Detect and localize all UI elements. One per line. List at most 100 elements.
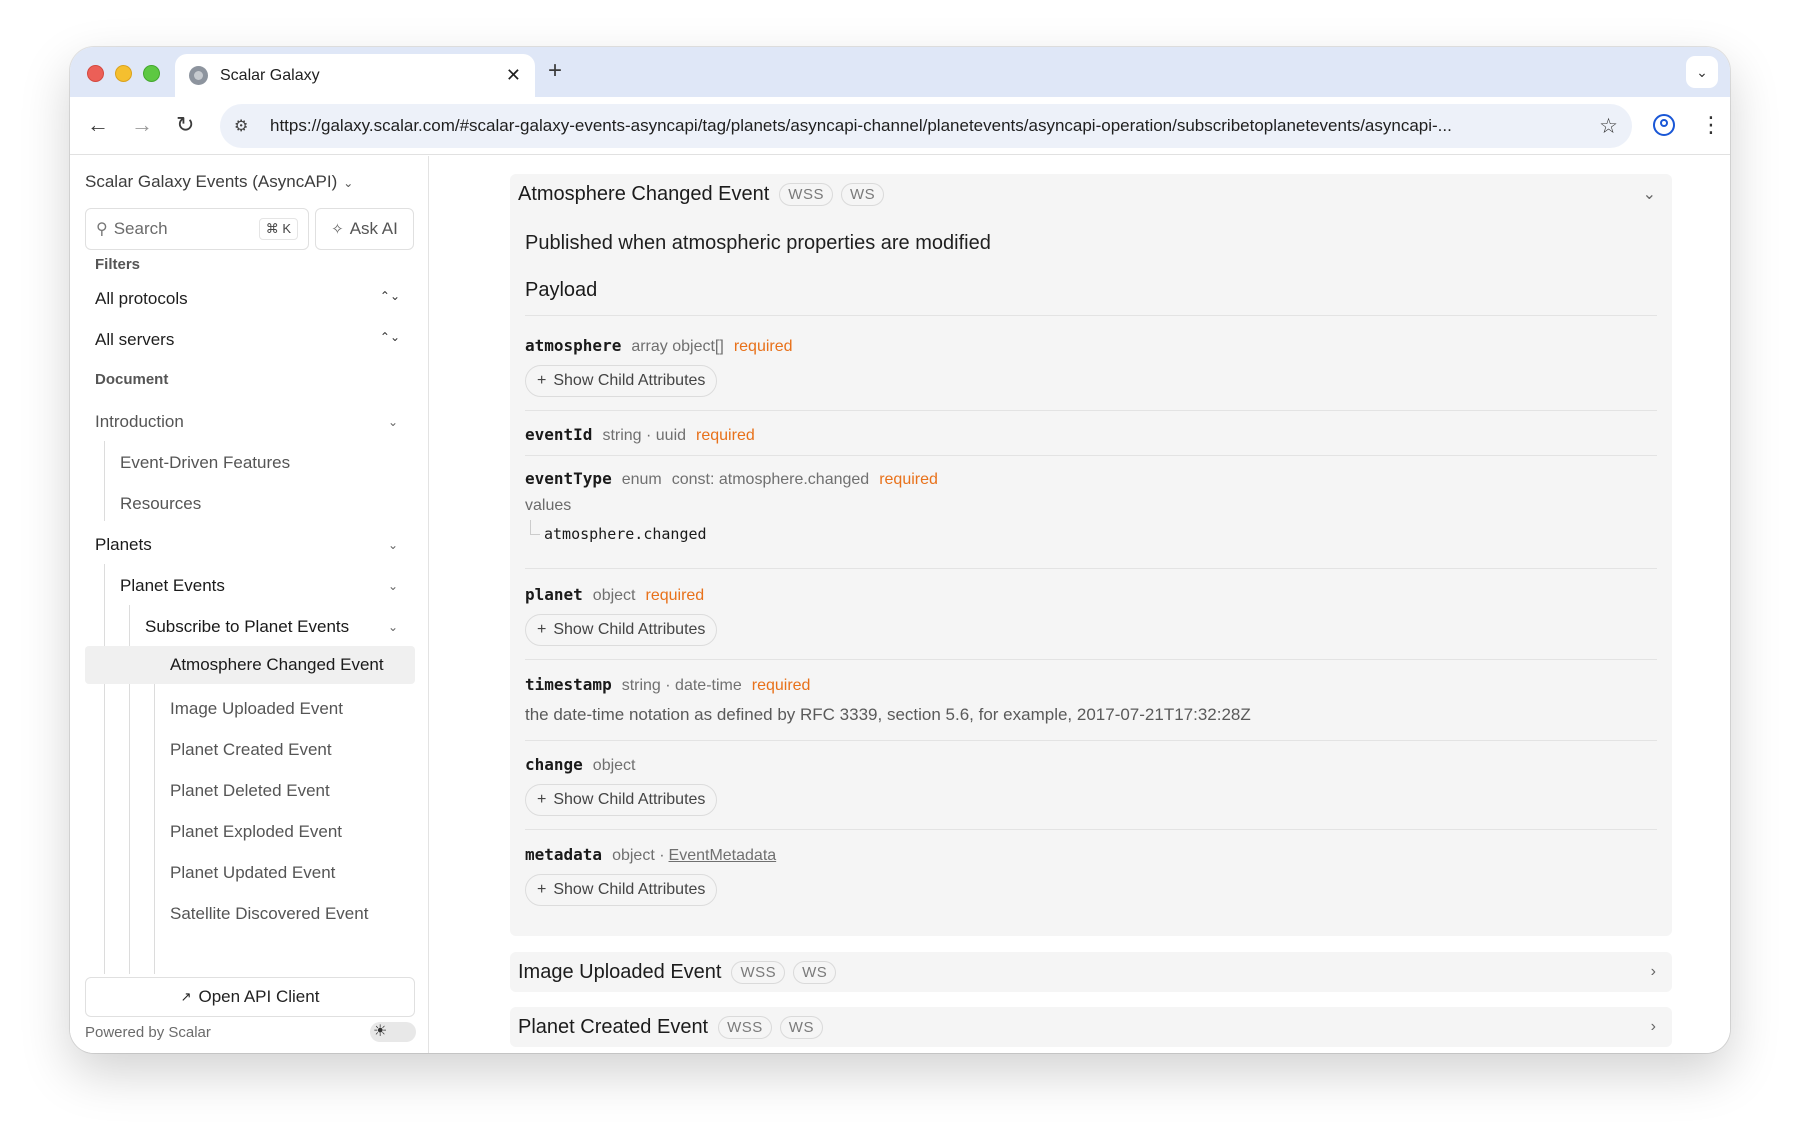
external-arrow-icon: ↗ [180, 989, 192, 1004]
sidebar-item-label: Introduction [95, 412, 184, 431]
chevron-down-icon[interactable]: ⌄ [1643, 184, 1656, 204]
required-badge: required [696, 427, 755, 444]
event-card-planet-created[interactable]: Planet Created Event WSS WS › [510, 1007, 1672, 1047]
plus-icon: + [537, 372, 547, 389]
event-card-header[interactable]: Planet Created Event WSS WS [518, 1007, 831, 1047]
event-card-header[interactable]: Atmosphere Changed Event WSS WS [518, 174, 892, 214]
bookmark-star-icon[interactable]: ☆ [1599, 114, 1618, 139]
schema-ref-link[interactable]: EventMetadata [669, 847, 777, 865]
plus-icon: + [537, 621, 547, 638]
sidebar-item-planet-updated-event[interactable]: Planet Updated Event [170, 863, 335, 883]
sidebar-item-subscribe-planet-events[interactable]: Subscribe to Planet Events ⌄ [145, 617, 400, 637]
profile-icon[interactable] [1653, 114, 1675, 136]
new-tab-button[interactable]: + [548, 57, 562, 85]
property-description: the date-time notation as defined by RFC… [525, 705, 1251, 724]
document-label: Document [95, 371, 169, 388]
main-content: Atmosphere Changed Event WSS WS ⌄ Publis… [430, 156, 1730, 1053]
chevron-right-icon[interactable]: › [1651, 963, 1656, 981]
chevron-down-icon: ⌄ [387, 579, 398, 593]
browser-tab[interactable]: Scalar Galaxy ✕ [175, 54, 535, 97]
search-input[interactable]: ⚲ Search ⌘ K [85, 208, 309, 250]
divider [525, 410, 1657, 411]
property-type: object [592, 757, 636, 774]
show-child-label: Show Child Attributes [553, 621, 706, 638]
powered-by-link[interactable]: Powered by Scalar [85, 1024, 211, 1041]
divider [525, 568, 1657, 569]
sidebar-item-planet-events[interactable]: Planet Events ⌄ [120, 576, 400, 596]
server-filter-select[interactable]: All servers ⌃⌄ [95, 330, 400, 350]
protocol-filter-select[interactable]: All protocols ⌃⌄ [95, 289, 400, 309]
property-type: array object[] [631, 338, 724, 355]
ask-ai-label: Ask AI [349, 219, 398, 238]
show-child-attributes-button[interactable]: + Show Child Attributes [525, 614, 718, 646]
enum-value: atmosphere.changed [544, 525, 707, 543]
sidebar-item-event-driven-features[interactable]: Event-Driven Features [120, 453, 290, 473]
sidebar-item-satellite-discovered-event[interactable]: Satellite Discovered Event [170, 904, 368, 924]
property-eventtype: eventType enum const: atmosphere.changed… [525, 469, 938, 489]
search-shortcut: ⌘ K [258, 218, 298, 240]
sidebar-item-resources[interactable]: Resources [120, 494, 201, 514]
sidebar-item-label: Planet Deleted Event [170, 781, 330, 800]
property-name: planet [525, 585, 583, 604]
sidebar-item-label: Subscribe to Planet Events [145, 617, 350, 636]
filters-label: Filters [95, 256, 141, 273]
property-metadata: metadata object · EventMetadata [525, 845, 786, 865]
tab-search-button[interactable]: ⌄ [1686, 56, 1718, 88]
theme-toggle[interactable]: ☀ [370, 1022, 416, 1042]
minimize-window-button[interactable] [115, 65, 132, 82]
show-child-label: Show Child Attributes [553, 791, 706, 808]
close-tab-icon[interactable]: ✕ [506, 65, 521, 86]
chevron-down-icon: ⌄ [387, 538, 398, 552]
event-card-header[interactable]: Image Uploaded Event WSS WS [518, 952, 844, 992]
sidebar-item-label: Satellite Discovered Event [170, 904, 369, 923]
sidebar-item-atmosphere-changed-event[interactable]: Atmosphere Changed Event [85, 646, 415, 684]
sparkle-icon: ✧ [331, 221, 344, 238]
sidebar-item-label: Image Uploaded Event [170, 699, 343, 718]
close-window-button[interactable] [87, 65, 104, 82]
event-title: Image Uploaded Event [518, 960, 722, 983]
divider [525, 659, 1657, 660]
document-selector[interactable]: Scalar Galaxy Events (AsyncAPI) ⌄ [85, 172, 353, 192]
back-arrow-icon[interactable]: ← [87, 111, 109, 139]
open-api-client-label: Open API Client [198, 987, 320, 1006]
sidebar-item-image-uploaded-event[interactable]: Image Uploaded Event [170, 699, 343, 719]
address-bar[interactable]: ⚙ https://galaxy.scalar.com/#scalar-gala… [220, 104, 1632, 148]
sidebar-item-planets[interactable]: Planets ⌄ [95, 535, 400, 555]
plus-icon: + [537, 881, 547, 898]
show-child-label: Show Child Attributes [553, 372, 706, 389]
sidebar-item-label: Planets [95, 535, 152, 554]
sidebar-item-planet-deleted-event[interactable]: Planet Deleted Event [170, 781, 330, 801]
sidebar-item-planet-exploded-event[interactable]: Planet Exploded Event [170, 822, 342, 842]
open-api-client-button[interactable]: ↗ Open API Client [85, 977, 415, 1017]
show-child-attributes-button[interactable]: + Show Child Attributes [525, 874, 718, 906]
show-child-attributes-button[interactable]: + Show Child Attributes [525, 365, 718, 397]
property-type: object · [612, 847, 665, 864]
reload-icon[interactable]: ↻ [176, 111, 194, 139]
chevron-down-icon: ⌄ [387, 620, 398, 634]
required-badge: required [645, 587, 705, 604]
site-info-icon[interactable]: ⚙ [234, 116, 256, 136]
required-badge: required [733, 338, 793, 355]
property-type: string · uuid [602, 427, 687, 444]
property-name: eventId [525, 425, 593, 444]
ask-ai-button[interactable]: ✧ Ask AI [315, 208, 414, 250]
enum-values-label: values [525, 497, 572, 514]
event-title: Atmosphere Changed Event [518, 182, 770, 205]
property-type: object [592, 587, 636, 604]
event-description: Published when atmospheric properties ar… [525, 232, 991, 254]
server-filter-value: All servers [95, 330, 175, 349]
event-card-image-uploaded[interactable]: Image Uploaded Event WSS WS › [510, 952, 1672, 992]
sidebar-item-introduction[interactable]: Introduction ⌄ [95, 412, 400, 432]
sidebar-item-label: Planet Updated Event [170, 863, 336, 882]
search-icon: ⚲ [96, 221, 108, 238]
show-child-attributes-button[interactable]: + Show Child Attributes [525, 784, 718, 816]
plus-icon: + [537, 791, 547, 808]
maximize-window-button[interactable] [143, 65, 160, 82]
sidebar-item-planet-created-event[interactable]: Planet Created Event [170, 740, 332, 760]
sidebar-item-label: Resources [120, 494, 202, 513]
url-text[interactable]: https://galaxy.scalar.com/#scalar-galaxy… [270, 116, 1589, 136]
up-down-chevron-icon: ⌃⌄ [379, 289, 400, 303]
browser-menu-icon[interactable]: ⋮ [1700, 111, 1722, 139]
chevron-right-icon[interactable]: › [1651, 1018, 1656, 1036]
forward-arrow-icon[interactable]: → [131, 111, 153, 139]
